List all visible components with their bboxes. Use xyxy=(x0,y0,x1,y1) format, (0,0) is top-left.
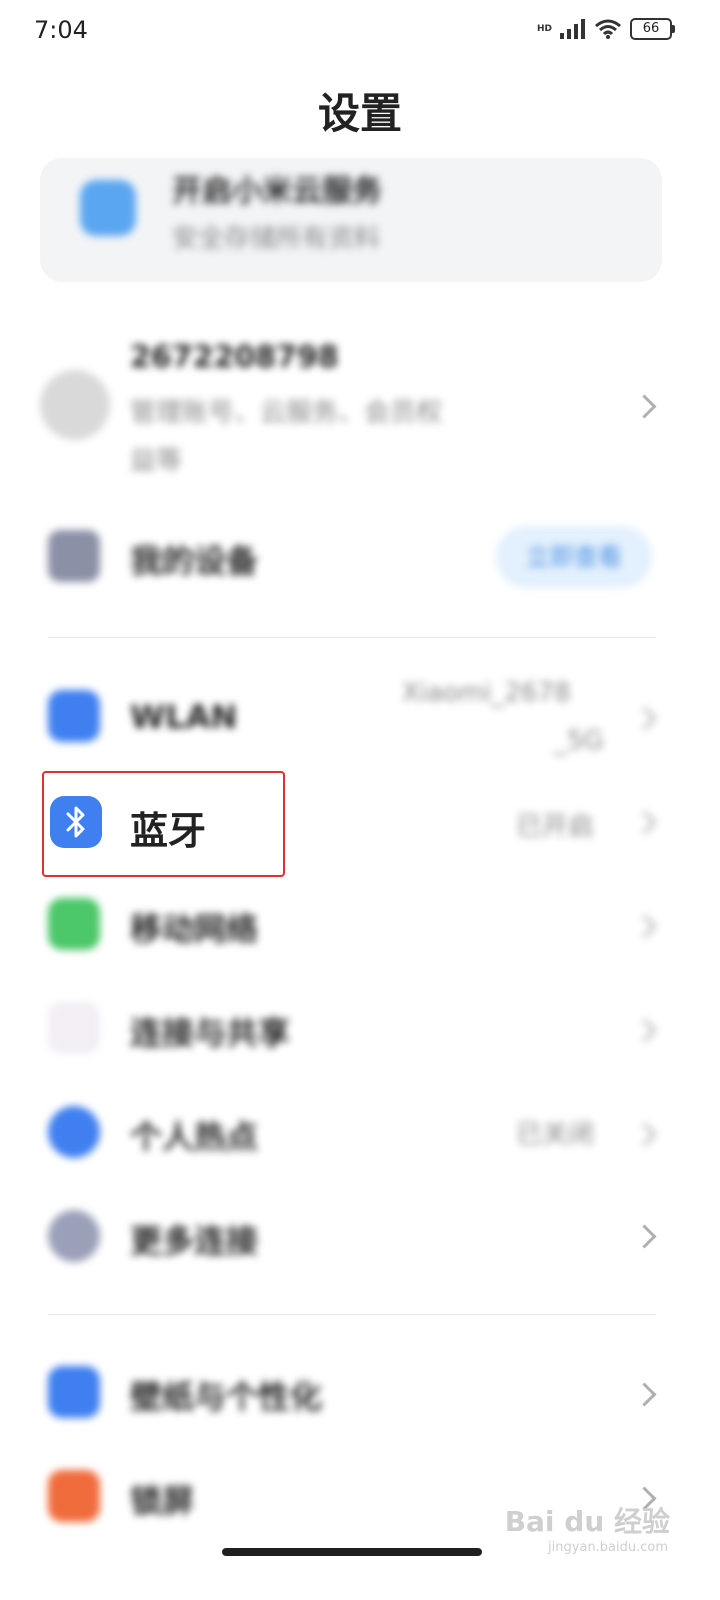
wallpaper-icon xyxy=(48,1366,100,1418)
watermark-brand: Bai du 经验 xyxy=(504,1505,670,1538)
hotspot-chevron-icon[interactable] xyxy=(632,1122,657,1147)
divider xyxy=(48,1314,656,1315)
account-id: 2672208798 xyxy=(130,340,339,375)
wifi-icon xyxy=(595,19,621,39)
watermark-url: jingyan.baidu.com xyxy=(548,1540,668,1555)
more-connections-icon xyxy=(48,1210,100,1262)
phone-icon xyxy=(48,530,100,582)
mobile-network-label[interactable]: 移动网络 xyxy=(130,904,258,950)
cloud-icon xyxy=(80,180,136,236)
connection-sharing-label[interactable]: 连接与共享 xyxy=(130,1008,290,1054)
wlan-label[interactable]: WLAN xyxy=(130,698,237,736)
status-icons: HD 66 xyxy=(536,18,675,40)
wlan-value-line1: Xiaomi_2678 xyxy=(402,678,571,708)
lock-screen-icon xyxy=(48,1470,100,1522)
connection-sharing-icon xyxy=(48,1002,100,1054)
bluetooth-value: 已开启 xyxy=(516,812,595,842)
my-device-label[interactable]: 我的设备 xyxy=(130,536,258,582)
account-chevron-icon[interactable] xyxy=(632,394,657,419)
battery-indicator: 66 xyxy=(630,18,675,40)
divider xyxy=(48,637,656,638)
wlan-chevron-icon[interactable] xyxy=(632,706,657,731)
more-connections-label[interactable]: 更多连接 xyxy=(130,1216,258,1262)
lock-screen-label[interactable]: 锁屏 xyxy=(130,1476,194,1522)
status-time: 7:04 xyxy=(34,16,88,44)
my-device-badge-label: 立即查看 xyxy=(526,543,622,571)
avatar[interactable] xyxy=(40,370,110,440)
mobile-network-icon xyxy=(48,898,100,950)
cloud-card-subtitle: 安全存储所有资料 xyxy=(172,224,381,254)
hotspot-label[interactable]: 个人热点 xyxy=(130,1112,258,1158)
connection-sharing-chevron-icon[interactable] xyxy=(632,1018,657,1043)
hotspot-icon xyxy=(48,1106,100,1158)
wlan-value-line2: _5G xyxy=(554,726,604,756)
home-indicator[interactable] xyxy=(222,1548,482,1556)
page-title: 设置 xyxy=(317,89,402,138)
mobile-network-chevron-icon[interactable] xyxy=(632,914,657,939)
account-subtitle-line1: 管理账号、云服务、会员权 xyxy=(130,398,443,428)
more-connections-chevron-icon[interactable] xyxy=(632,1224,657,1249)
signal-icon xyxy=(560,19,585,39)
network-type: HD xyxy=(536,23,552,34)
wifi-settings-icon xyxy=(48,690,100,742)
highlight-box xyxy=(42,771,285,877)
account-subtitle-line2: 益等 xyxy=(130,446,183,476)
cloud-card-title: 开启小米云服务 xyxy=(172,174,382,209)
hotspot-value: 已关闭 xyxy=(516,1120,595,1150)
my-device-badge[interactable]: 立即查看 xyxy=(496,526,652,588)
bluetooth-chevron-icon[interactable] xyxy=(632,810,657,835)
personalization-label[interactable]: 壁纸与个性化 xyxy=(130,1372,322,1418)
personalization-chevron-icon[interactable] xyxy=(632,1382,657,1407)
